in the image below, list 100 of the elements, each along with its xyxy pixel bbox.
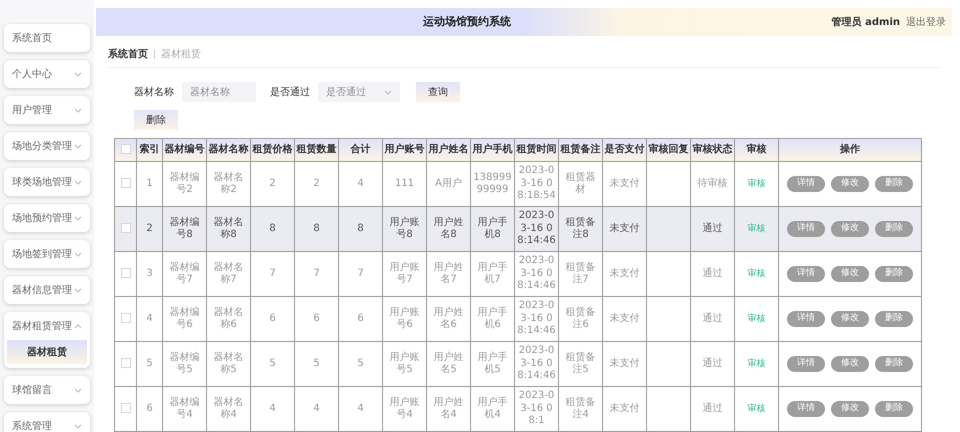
table-cell: 用户手机5 — [470, 342, 514, 387]
table-cell: 租赁器材 — [558, 162, 602, 207]
review-link[interactable]: 审核 — [748, 314, 766, 324]
table-cell: 通过 — [690, 342, 734, 387]
action-button[interactable]: 详情 — [787, 401, 825, 418]
column-header: 合计 — [338, 138, 382, 162]
sidebar-item[interactable]: 场地预约管理 — [4, 204, 90, 232]
table-cell: 用户账号4 — [382, 386, 426, 432]
table-cell: 器材名称4 — [206, 386, 250, 432]
sidebar-item[interactable]: 场地签到管理 — [4, 240, 90, 268]
submenu-item[interactable]: 器材租赁 — [7, 340, 87, 364]
column-header: 用户账号 — [382, 138, 426, 162]
checkbox[interactable] — [120, 178, 130, 188]
table-cell: 租赁备注6 — [558, 296, 602, 342]
table-cell: 待审核 — [690, 162, 734, 207]
sidebar-item[interactable]: 器材租赁管理 — [4, 312, 90, 340]
sidebar-item[interactable]: 个人中心 — [4, 60, 90, 88]
breadcrumb-item[interactable]: 系统首页 — [108, 47, 148, 62]
table-cell: 111 — [382, 162, 426, 207]
checkbox[interactable] — [120, 144, 130, 154]
sidebar-item[interactable]: 系统管理 — [4, 412, 90, 432]
action-button[interactable]: 修改 — [831, 356, 869, 372]
action-button[interactable]: 详情 — [787, 356, 825, 372]
user-name: 管理员 admin — [832, 16, 900, 29]
action-button[interactable]: 删除 — [875, 401, 913, 418]
sidebar-item[interactable]: 场地分类管理 — [4, 132, 90, 160]
table-cell: 7 — [294, 252, 338, 297]
chevron-icon — [384, 90, 392, 95]
action-button[interactable]: 详情 — [787, 176, 825, 192]
table-cell: 未支付 — [602, 386, 646, 432]
action-button[interactable]: 删除 — [875, 176, 913, 192]
table-cell: 8 — [338, 206, 382, 252]
action-button[interactable]: 详情 — [787, 311, 825, 328]
logout-link[interactable]: 退出登录 — [906, 14, 946, 29]
table-cell: 租赁备注5 — [558, 342, 602, 387]
table-cell: 6 — [294, 296, 338, 342]
checkbox[interactable] — [120, 358, 130, 368]
review-link[interactable]: 审核 — [748, 224, 766, 234]
table-cell: 用户账号5 — [382, 342, 426, 387]
table-cell: 6 — [136, 386, 162, 432]
field-label: 器材名称 — [134, 86, 174, 100]
table-cell: 4 — [338, 386, 382, 432]
table-cell: 用户手机8 — [470, 206, 514, 252]
table-cell: 7 — [338, 252, 382, 297]
table-cell: 器材名称2 — [206, 162, 250, 207]
delete-button[interactable]: 删除 — [134, 110, 178, 130]
review-link[interactable]: 审核 — [748, 404, 766, 414]
column-header: 操作 — [778, 138, 922, 162]
action-button[interactable]: 删除 — [875, 221, 913, 238]
search-button[interactable]: 查询 — [416, 82, 460, 102]
table-cell: 通过 — [690, 206, 734, 252]
sidebar-item[interactable]: 球类场地管理 — [4, 168, 90, 196]
action-button[interactable]: 修改 — [831, 401, 869, 418]
table-cell: 器材名称8 — [206, 206, 250, 252]
column-header: 租赁数量 — [294, 138, 338, 162]
action-button[interactable]: 修改 — [831, 221, 869, 238]
checkbox[interactable] — [120, 403, 130, 414]
table-cell: 6 — [338, 296, 382, 342]
sidebar-item[interactable]: 器材信息管理 — [4, 276, 90, 304]
review-link[interactable]: 审核 — [748, 358, 766, 369]
checkbox[interactable] — [120, 313, 130, 324]
action-button[interactable]: 删除 — [875, 356, 913, 372]
column-header: 索引 — [136, 138, 162, 162]
table-cell: 2 — [294, 162, 338, 207]
select-field[interactable]: 是否通过 — [318, 82, 400, 102]
table-cell: 4 — [250, 386, 294, 432]
action-button[interactable]: 详情 — [787, 221, 825, 238]
table-cell: 通过 — [690, 252, 734, 297]
action-button[interactable]: 修改 — [831, 176, 869, 192]
table-cell: 13899999999 — [470, 162, 514, 207]
table-cell: 用户姓名7 — [426, 252, 470, 297]
table-cell: 5 — [136, 342, 162, 387]
column-header: 用户手机 — [470, 138, 514, 162]
action-button[interactable]: 详情 — [787, 266, 825, 282]
action-button[interactable]: 修改 — [831, 311, 869, 328]
breadcrumb-item: 器材租赁 — [161, 48, 201, 62]
table-cell: 5 — [338, 342, 382, 387]
table-cell: 8 — [294, 206, 338, 252]
table-cell: 器材名称6 — [206, 296, 250, 342]
table-cell: 用户账号6 — [382, 296, 426, 342]
table-cell: 租赁备注4 — [558, 386, 602, 432]
action-button[interactable]: 删除 — [875, 266, 913, 282]
app-title: 运动场馆预约系统 — [422, 14, 512, 30]
table-cell: 用户手机7 — [470, 252, 514, 297]
action-button[interactable]: 删除 — [875, 311, 913, 328]
search-field[interactable]: 器材名称 — [182, 82, 256, 102]
table-cell: 器材名称7 — [206, 252, 250, 297]
review-link[interactable]: 审核 — [748, 178, 766, 189]
checkbox[interactable] — [120, 268, 130, 278]
sidebar-item[interactable]: 用户管理 — [4, 96, 90, 124]
table-cell: 2023-03-16 08:14:46 — [514, 206, 558, 252]
table-cell: 租赁备注7 — [558, 252, 602, 297]
column-header: 租赁备注 — [558, 138, 602, 162]
sidebar-item[interactable]: 球馆留言 — [4, 376, 90, 404]
table-cell: 1 — [136, 162, 162, 207]
table-cell: 未支付 — [602, 162, 646, 207]
checkbox[interactable] — [120, 223, 130, 234]
sidebar-item[interactable]: 系统首页 — [4, 24, 90, 52]
action-button[interactable]: 修改 — [831, 266, 869, 282]
review-link[interactable]: 审核 — [748, 268, 766, 279]
